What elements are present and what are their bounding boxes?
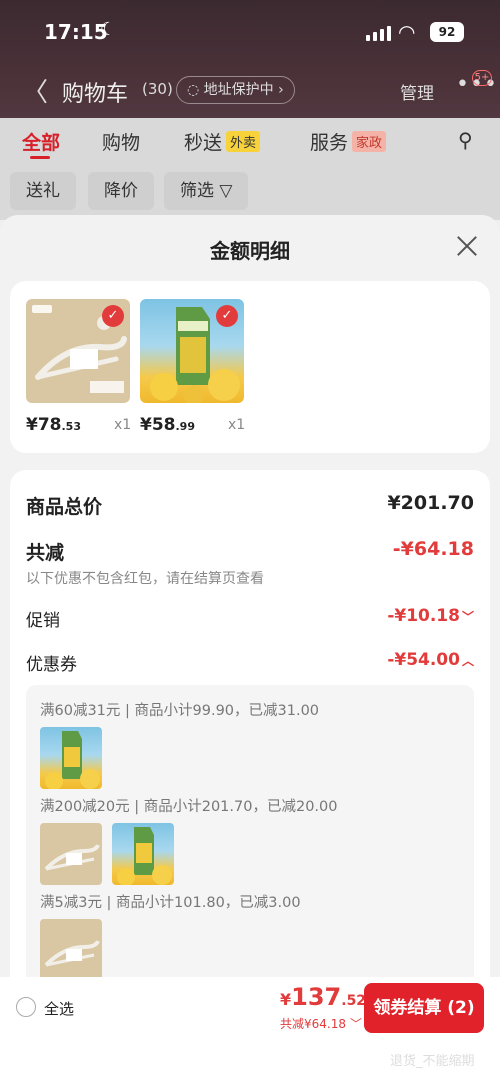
chevron-down-icon: ﹀	[461, 610, 474, 624]
discount-note: 以下优惠不包含红包，请在结算页查看	[26, 571, 264, 587]
coupon-rule: 满200减20元 | 商品小计201.70，已减20.00	[40, 799, 338, 815]
total-int: 137	[291, 983, 342, 1011]
promo-row[interactable]: 促销 -¥10.18 ﹀	[26, 606, 474, 631]
select-all-label[interactable]: 全选	[44, 998, 74, 1019]
product-price-int: ¥58	[140, 415, 176, 435]
filter-price-drop[interactable]: 降价	[88, 172, 154, 210]
tab-all[interactable]: 全部	[22, 128, 60, 155]
search-icon[interactable]: ⚲	[458, 128, 473, 152]
filter-gift[interactable]: 送礼	[10, 172, 76, 210]
promo-amount: -¥10.18	[387, 606, 460, 626]
total-label: 商品总价	[26, 496, 103, 518]
promo-value: -¥10.18 ﹀	[387, 606, 474, 626]
tab-indicator	[30, 156, 50, 159]
close-icon[interactable]	[452, 231, 482, 261]
product-price-dec: .99	[175, 420, 196, 433]
amount-detail-sheet: 金额明细 ✓ ¥78.53 x1 ✓ ¥58.99 x1 商品总价 ¥201.7…	[0, 215, 500, 1082]
juice-illustration	[45, 731, 100, 789]
coupon-value: -¥54.00 ︿	[387, 650, 474, 670]
product-price: ¥58.99	[140, 415, 195, 435]
cellular-signal-icon	[366, 25, 392, 41]
coupon-rule: 满60减31元 | 商品小计99.90，已减31.00	[40, 703, 320, 719]
wifi-icon: ◠	[398, 20, 416, 44]
checkout-bar: 全选 ¥137.52 共减¥64.18 ﹀ 领券结算 (2) 退货_不能缩期	[0, 977, 500, 1082]
address-protect-label: 地址保护中	[203, 82, 274, 98]
discount-note-row: 以下优惠不包含红包，请在结算页查看	[26, 568, 474, 588]
selected-check-icon: ✓	[102, 305, 124, 327]
clock: 17:15	[44, 20, 108, 44]
currency-symbol: ¥	[280, 990, 292, 1009]
takeout-tag: 外卖	[226, 131, 261, 152]
checkout-total: ¥137.52	[280, 983, 366, 1011]
cart-navbar: 〈 购物车 (30) ◌ 地址保护中 › 管理 ••• 5+	[0, 64, 500, 114]
hanger-illustration	[44, 844, 100, 871]
battery-icon: 92	[430, 22, 464, 42]
filter-bar: 送礼 降价 筛选 ▽	[0, 166, 500, 220]
product-price: ¥78.53	[26, 415, 81, 435]
product-card: ✓ ¥78.53 x1 ✓ ¥58.99 x1	[10, 281, 490, 453]
checkout-button[interactable]: 领券结算 (2)	[364, 983, 484, 1033]
reduce-label: 共减	[26, 542, 65, 564]
reduce-row: 共减 -¥64.18	[26, 538, 474, 565]
juice-illustration	[117, 827, 172, 885]
coupon-amount: -¥54.00	[387, 650, 460, 670]
product-price-dec: .53	[61, 420, 82, 433]
page-title: 购物车	[62, 82, 129, 107]
coupon-product-hanger	[40, 919, 102, 981]
saved-amount[interactable]: 共减¥64.18 ﹀	[280, 1015, 362, 1032]
promo-label: 促销	[26, 611, 60, 631]
status-bar: 17:15 ☾ ◠ 92	[0, 0, 500, 60]
product-qty: x1	[114, 417, 132, 433]
total-value: ¥201.70	[387, 492, 474, 514]
total-row: 商品总价 ¥201.70	[26, 492, 474, 519]
saved-label: 共减¥64.18	[280, 1017, 346, 1031]
message-badge: 5+	[472, 70, 492, 86]
selected-check-icon: ✓	[216, 305, 238, 327]
coupon-product-juice	[112, 823, 174, 885]
watermark-text: 退货_不能缩期	[390, 1054, 475, 1069]
select-all-checkbox[interactable]	[16, 997, 36, 1017]
coupon-row[interactable]: 优惠券 -¥54.00 ︿	[26, 650, 474, 675]
coupon-product-juice	[40, 727, 102, 789]
housekeeping-tag: 家政	[352, 131, 387, 152]
reduce-value: -¥64.18	[392, 538, 474, 560]
manage-button[interactable]: 管理	[400, 79, 434, 104]
chevron-right-icon: ›	[273, 82, 284, 98]
coupon-product-hanger	[40, 823, 102, 885]
address-protect-button[interactable]: ◌ 地址保护中 ›	[176, 76, 295, 104]
chevron-up-icon: ︿	[461, 654, 474, 668]
cart-count: (30)	[142, 80, 173, 98]
tab-instant-label: 秒送	[184, 132, 223, 154]
moon-icon: ☾	[100, 19, 117, 40]
product-image-hanger: ✓	[26, 299, 130, 403]
category-tabs: 全部 购物 秒送 外卖 服务 家政 ⚲	[0, 118, 500, 166]
coupon-label: 优惠券	[26, 655, 77, 675]
shield-icon: ◌	[187, 82, 204, 98]
sheet-title: 金额明细	[210, 239, 290, 263]
tab-instant[interactable]: 秒送 外卖	[184, 128, 261, 155]
filter-button[interactable]: 筛选 ▽	[164, 172, 249, 210]
tab-shopping[interactable]: 购物	[102, 128, 140, 155]
tab-service-label: 服务	[310, 132, 349, 154]
product-image-juice: ✓	[140, 299, 244, 403]
coupon-rule: 满5减3元 | 商品小计101.80，已减3.00	[40, 895, 301, 911]
chevron-down-icon: ﹀	[346, 1017, 362, 1031]
back-icon[interactable]: 〈	[22, 72, 48, 109]
tab-service[interactable]: 服务 家政	[310, 128, 387, 155]
product-qty: x1	[228, 417, 246, 433]
total-dec: .52	[341, 993, 367, 1009]
sheet-header: 金额明细	[0, 215, 500, 281]
product-price-int: ¥78	[26, 415, 62, 435]
hanger-illustration	[44, 940, 100, 967]
